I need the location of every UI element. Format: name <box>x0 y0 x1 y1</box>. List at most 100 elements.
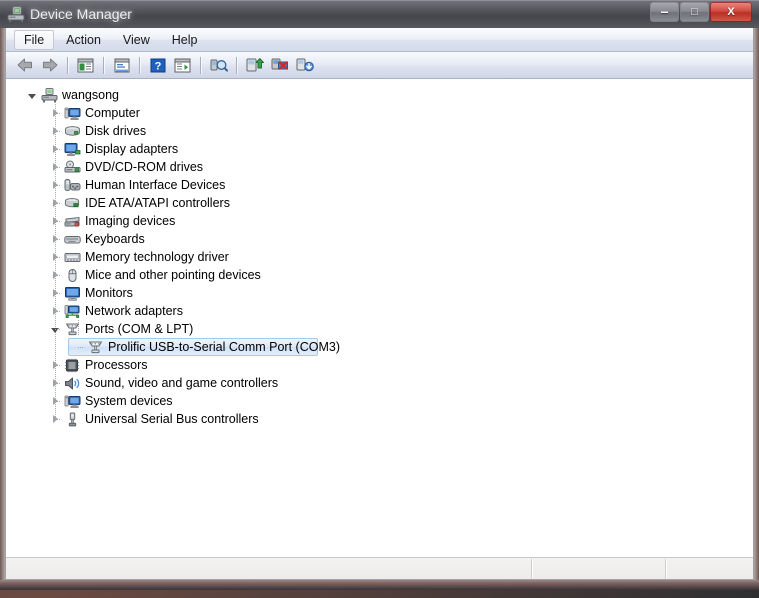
back-arrow-icon[interactable] <box>12 53 37 77</box>
ide-controller-icon <box>63 195 81 211</box>
status-divider <box>665 559 666 579</box>
tree-connector-stub <box>55 311 61 312</box>
show-detail-pane-icon[interactable] <box>170 53 195 77</box>
tree-node-network-adapters[interactable]: Network adapters <box>6 302 753 320</box>
port-icon <box>63 321 81 337</box>
maximize-button[interactable]: □ <box>680 2 709 22</box>
tree-connector-stub <box>55 149 61 150</box>
tree-node-root[interactable]: wangsong <box>6 86 753 104</box>
tree-node-universal-serial-bus-controllers[interactable]: Universal Serial Bus controllers <box>6 410 753 428</box>
tree-connector-stub <box>55 329 61 330</box>
tree-node-system-devices[interactable]: System devices <box>6 392 753 410</box>
tree-node-processors[interactable]: Processors <box>6 356 753 374</box>
tree-node-imaging-devices[interactable]: Imaging devices <box>6 212 753 230</box>
toolbar-separator <box>200 56 201 74</box>
toolbar-separator <box>103 56 104 74</box>
expand-toggle-icon[interactable] <box>24 86 40 104</box>
toolbar-separator <box>236 56 237 74</box>
imaging-device-icon <box>63 213 81 229</box>
device-tree-panel[interactable]: wangsong Computer Disk drives Display ad… <box>6 80 753 556</box>
monitor-icon <box>63 285 81 301</box>
tree-node-label: System devices <box>85 394 173 408</box>
tree-node-mice-and-other-pointing-devices[interactable]: Mice and other pointing devices <box>6 266 753 284</box>
tree-node-label: Imaging devices <box>85 214 176 228</box>
tree-node-ports-com-lpt[interactable]: Ports (COM & LPT) <box>6 320 753 338</box>
properties-icon[interactable] <box>109 53 134 77</box>
menu-item-help[interactable]: Help <box>162 30 208 50</box>
tree-node-prolific-usb-to-serial-comm-port[interactable]: Prolific USB-to-Serial Comm Port (COM3) <box>6 338 753 356</box>
tree-node-display-adapters[interactable]: Display adapters <box>6 140 753 158</box>
tree-node-label: Sound, video and game controllers <box>85 376 279 390</box>
tree-connector-stub <box>55 257 61 258</box>
status-divider <box>531 559 532 579</box>
window-frame-right <box>754 28 759 590</box>
tree-node-label: wangsong <box>62 88 119 102</box>
network-adapter-icon <box>63 303 81 319</box>
update-driver-icon[interactable] <box>242 53 267 77</box>
computer-icon <box>63 105 81 121</box>
device-manager-window: Device Manager – □ X File Action View He… <box>0 0 759 590</box>
forward-arrow-icon[interactable] <box>37 53 62 77</box>
scan-hardware-changes-icon[interactable] <box>206 53 231 77</box>
hid-icon <box>63 177 81 193</box>
device-manager-icon <box>7 6 25 23</box>
disable-device-icon[interactable] <box>267 53 292 77</box>
maximize-icon: □ <box>691 6 698 18</box>
close-button[interactable]: X <box>710 2 752 22</box>
tree-node-label: Keyboards <box>85 232 145 246</box>
tree-connector-stub <box>55 419 61 420</box>
tree-node-label: Disk drives <box>85 124 147 138</box>
tree-node-label: Universal Serial Bus controllers <box>85 412 259 426</box>
usb-controller-icon <box>63 411 81 427</box>
tree-connector-stub <box>55 383 61 384</box>
keyboard-icon <box>63 231 81 247</box>
computer-root-icon <box>40 87 58 103</box>
minimize-button[interactable]: – <box>650 2 679 22</box>
tree-node-label: Monitors <box>85 286 133 300</box>
menu-item-action[interactable]: Action <box>56 30 111 50</box>
svg-text:?: ? <box>154 60 161 72</box>
status-bar <box>6 557 753 579</box>
tree-node-label: Human Interface Devices <box>85 178 226 192</box>
tree-connector-stub <box>55 203 61 204</box>
tree-connector-stub <box>55 185 61 186</box>
display-adapter-icon <box>63 141 81 157</box>
tree-connector-stub <box>55 293 61 294</box>
sound-controller-icon <box>63 375 81 391</box>
title-bar[interactable]: Device Manager – □ X <box>0 0 759 28</box>
tree-node-disk-drives[interactable]: Disk drives <box>6 122 753 140</box>
tree-connector-stub <box>55 401 61 402</box>
toolbar-separator <box>67 56 68 74</box>
toolbar-separator <box>139 56 140 74</box>
system-device-icon <box>63 393 81 409</box>
tree-node-label: IDE ATA/ATAPI controllers <box>85 196 230 210</box>
window-title: Device Manager <box>30 6 132 22</box>
tree-node-label: Memory technology driver <box>85 250 229 264</box>
tree-node-label: Network adapters <box>85 304 183 318</box>
tree-node-sound-video-game-controllers[interactable]: Sound, video and game controllers <box>6 374 753 392</box>
tree-node-computer[interactable]: Computer <box>6 104 753 122</box>
help-icon[interactable]: ? <box>145 53 170 77</box>
tree-node-monitors[interactable]: Monitors <box>6 284 753 302</box>
tree-node-human-interface-devices[interactable]: Human Interface Devices <box>6 176 753 194</box>
device-tree: wangsong Computer Disk drives Display ad… <box>6 80 753 428</box>
tree-connector-stub <box>55 239 61 240</box>
tree-node-keyboards[interactable]: Keyboards <box>6 230 753 248</box>
tree-node-memory-technology-driver[interactable]: Memory technology driver <box>6 248 753 266</box>
tree-node-label: Processors <box>85 358 148 372</box>
tree-node-label: Ports (COM & LPT) <box>85 322 194 336</box>
tree-connector-stub <box>55 365 61 366</box>
show-console-tree-icon[interactable] <box>73 53 98 77</box>
expand-toggle-placeholder <box>70 338 86 356</box>
tree-node-dvd-cdrom-drives[interactable]: DVD/CD-ROM drives <box>6 158 753 176</box>
menu-item-file[interactable]: File <box>14 29 55 50</box>
mouse-icon <box>63 267 81 283</box>
tree-connector-stub <box>55 131 61 132</box>
menu-item-view[interactable]: View <box>113 30 160 50</box>
uninstall-device-icon[interactable] <box>292 53 317 77</box>
memory-technology-icon <box>63 249 81 265</box>
client-area: File Action View Help ? wangsong Compute… <box>5 28 754 580</box>
tree-node-ide-ata-atapi-controllers[interactable]: IDE ATA/ATAPI controllers <box>6 194 753 212</box>
close-icon: X <box>727 6 735 18</box>
minimize-icon: – <box>660 3 669 19</box>
